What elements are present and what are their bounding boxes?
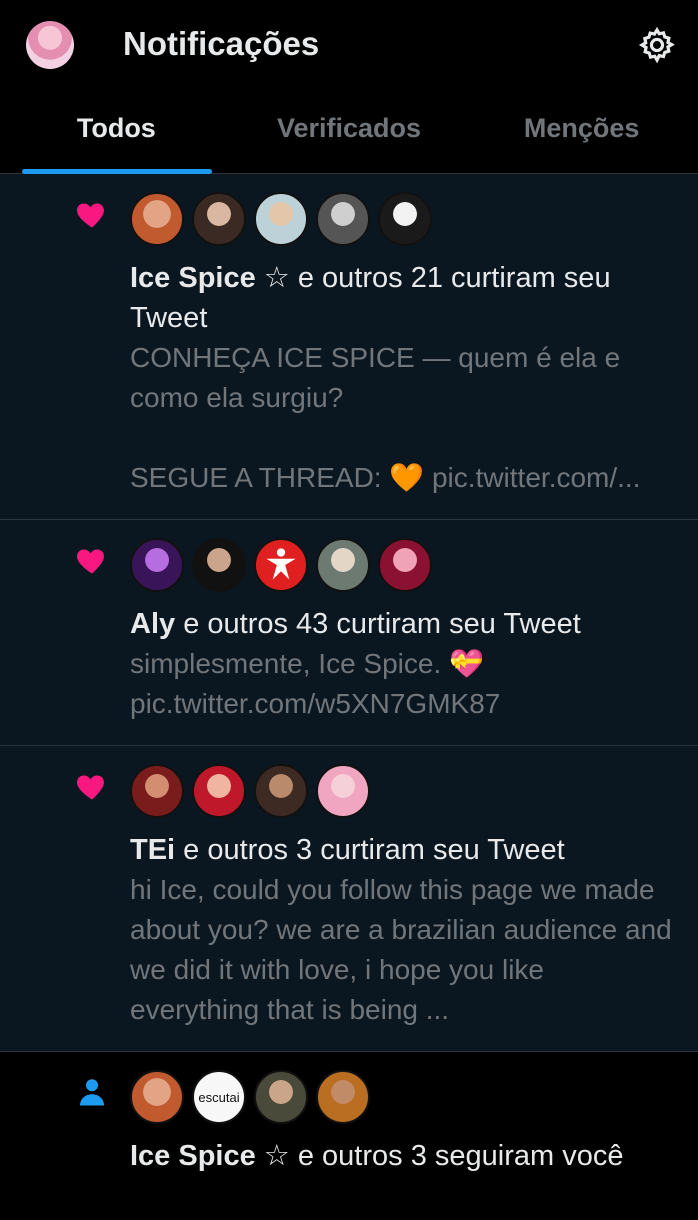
notification-summary: Ice Spice ☆ e outros 21 curtiram seu Twe… xyxy=(130,258,676,338)
tab-mencoes[interactable]: Menções xyxy=(465,92,698,173)
heart-icon xyxy=(77,203,104,228)
notification-item[interactable]: Aly e outros 43 curtiram seu Tweet simpl… xyxy=(0,520,698,746)
action-text: e outros 3 curtiram seu Tweet xyxy=(175,834,565,866)
tweet-preview: simplesmente, Ice Spice. 💝 pic.twitter.c… xyxy=(130,648,501,719)
actor-name[interactable]: Ice Spice ☆ xyxy=(130,262,290,294)
heart-icon xyxy=(77,549,104,574)
avatar[interactable] xyxy=(254,1070,308,1124)
notification-tabs: Todos Verificados Menções xyxy=(0,92,698,174)
avatar[interactable] xyxy=(254,192,308,246)
avatar[interactable] xyxy=(130,192,184,246)
tab-todos[interactable]: Todos xyxy=(0,92,233,173)
heart-icon xyxy=(77,775,104,800)
notification-item[interactable]: Ice Spice ☆ e outros 21 curtiram seu Twe… xyxy=(0,174,698,520)
top-bar: Notificações xyxy=(0,0,698,92)
actor-name[interactable]: Ice Spice ☆ xyxy=(130,1140,290,1172)
action-text: e outros 43 curtiram seu Tweet xyxy=(175,608,581,640)
actor-name[interactable]: TEi xyxy=(130,834,175,866)
actor-avatars xyxy=(130,538,676,592)
avatar[interactable] xyxy=(254,764,308,818)
escutai-badge: escutai xyxy=(198,1089,240,1105)
avatar[interactable] xyxy=(130,764,184,818)
actor-name[interactable]: Aly xyxy=(130,608,175,640)
avatar-escutai[interactable]: escutai xyxy=(192,1070,246,1124)
actor-avatars xyxy=(130,764,676,818)
person-follow-icon xyxy=(80,1079,104,1106)
avatar[interactable] xyxy=(316,192,370,246)
tweet-preview: hi Ice, could you follow this page we ma… xyxy=(130,874,672,1025)
avatar[interactable] xyxy=(378,192,432,246)
avatar[interactable] xyxy=(192,538,246,592)
avatar[interactable] xyxy=(254,538,308,592)
avatar[interactable] xyxy=(378,538,432,592)
avatar[interactable] xyxy=(130,538,184,592)
tweet-preview: CONHEÇA ICE SPICE — quem é ela e como el… xyxy=(130,342,641,493)
avatar[interactable] xyxy=(316,538,370,592)
avatar[interactable] xyxy=(316,764,370,818)
actor-avatars xyxy=(130,192,676,246)
actor-avatars: escutai xyxy=(130,1070,676,1124)
avatar[interactable] xyxy=(130,1070,184,1124)
avatar[interactable] xyxy=(192,764,246,818)
page-title: Notificações xyxy=(123,25,320,62)
notification-summary: Ice Spice ☆ e outros 3 seguiram você xyxy=(130,1136,676,1176)
notification-list: Ice Spice ☆ e outros 21 curtiram seu Twe… xyxy=(0,174,698,1220)
avatar[interactable] xyxy=(316,1070,370,1124)
notification-item[interactable]: escutai Ice Spice ☆ e outros 3 seguiram … xyxy=(0,1052,698,1220)
avatar[interactable] xyxy=(192,192,246,246)
tab-verificados[interactable]: Verificados xyxy=(233,92,466,173)
profile-avatar[interactable] xyxy=(26,21,74,69)
notification-summary: Aly e outros 43 curtiram seu Tweet xyxy=(130,604,676,644)
action-text: e outros 3 seguiram você xyxy=(289,1140,624,1172)
notification-item[interactable]: TEi e outros 3 curtiram seu Tweet hi Ice… xyxy=(0,746,698,1052)
settings-gear-icon[interactable] xyxy=(638,26,676,64)
notification-summary: TEi e outros 3 curtiram seu Tweet xyxy=(130,830,676,870)
figure-logo-icon xyxy=(266,548,296,580)
